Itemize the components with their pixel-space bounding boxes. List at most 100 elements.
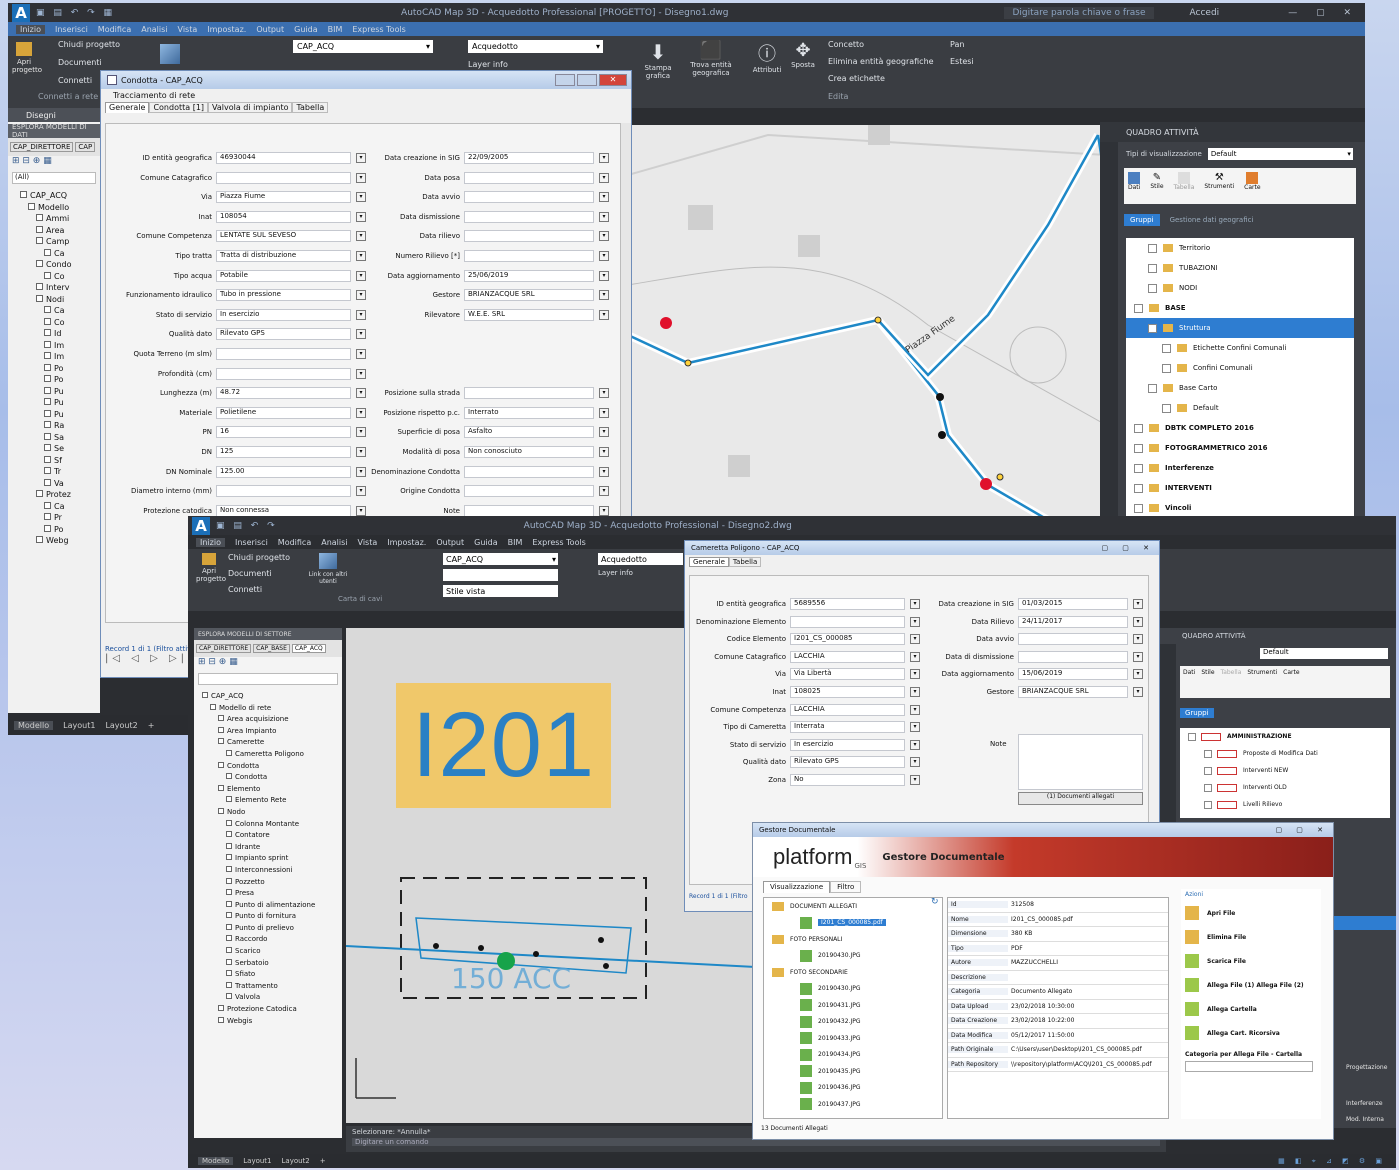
bottom-table-button[interactable]: Tabella	[1221, 669, 1242, 695]
tab-analisi[interactable]: Analisi	[321, 538, 347, 547]
dropdown-arrow-icon[interactable]: ▾	[599, 251, 609, 261]
layer-checkbox[interactable]	[1148, 243, 1157, 253]
field-value[interactable]: Tubo in pressione	[216, 289, 351, 302]
property-value[interactable]: \\repository\platform\ACQ\I201_CS_000085…	[1008, 1061, 1168, 1068]
delete-geo-button[interactable]: Elimina entità geografiche	[828, 57, 934, 66]
tab-inserisci[interactable]: Inserisci	[55, 25, 88, 34]
valve-marker[interactable]	[660, 317, 672, 329]
bottom-maps-button[interactable]: Carte	[1283, 669, 1299, 695]
field-value[interactable]: I201_CS_000085	[790, 633, 905, 646]
field-value[interactable]: LACCHIA	[790, 703, 905, 716]
field-value[interactable]	[464, 210, 594, 223]
status-tab-layout2[interactable]: Layout2	[105, 721, 137, 730]
field-value[interactable]: Piazza Fiume	[216, 191, 351, 204]
layer-checkbox[interactable]	[1204, 800, 1212, 809]
field-value[interactable]: Interrata	[790, 721, 905, 734]
docs-tree-item[interactable]: 20190433.JPG	[764, 1030, 942, 1047]
documents-button[interactable]: Documenti	[58, 58, 102, 67]
tab-analisi[interactable]: Analisi	[141, 25, 167, 34]
field-value[interactable]: 125	[216, 446, 351, 458]
docs-tree-item[interactable]: 20190436.JPG	[764, 1080, 942, 1097]
add-layout-icon[interactable]: +	[320, 1157, 326, 1165]
tree-item[interactable]: Ca	[20, 305, 100, 317]
top-map-canvas[interactable]: Piazza Fiume	[628, 125, 1106, 520]
window-controls-icon[interactable]: — ▢ ✕	[1288, 8, 1359, 18]
field-value[interactable]: LACCHIA	[790, 650, 905, 663]
bottom-selected-row[interactable]	[1330, 916, 1396, 930]
layer-checkbox[interactable]	[1148, 283, 1157, 293]
open-project-button[interactable]: Apri progetto	[12, 42, 42, 78]
field-value[interactable]: Potabile	[216, 269, 351, 282]
field-value[interactable]	[464, 485, 594, 498]
cameretta-tab-table[interactable]: Tabella	[728, 557, 762, 567]
action-button[interactable]: Apri File	[1185, 901, 1317, 925]
status-tray-icons[interactable]: ▦ ◧ ⌖ ⊿ ◩ ⚙ ▣	[1278, 1157, 1386, 1166]
layer-checkbox[interactable]	[1204, 766, 1212, 775]
field-value[interactable]: 16	[216, 426, 351, 439]
tree-item[interactable]: Elemento	[202, 784, 342, 796]
tree-item[interactable]: Scarico	[202, 946, 342, 958]
refresh-icon[interactable]: ↻	[931, 897, 939, 907]
bottom-style-button[interactable]: Stile	[1201, 669, 1214, 695]
tree-item[interactable]: Pu	[20, 409, 100, 421]
dropdown-arrow-icon[interactable]: ▾	[599, 153, 609, 163]
dropdown-arrow-icon[interactable]: ▾	[599, 407, 609, 418]
layer-row[interactable]: Interferenze	[1126, 458, 1354, 478]
field-value[interactable]	[216, 348, 351, 360]
tree-item[interactable]: Co	[20, 271, 100, 283]
tree-item[interactable]: Cameretta Poligono	[202, 749, 342, 761]
field-value[interactable]: 25/06/2019	[464, 269, 594, 282]
layer-checkbox[interactable]	[1134, 483, 1143, 493]
cameretta-window-controls-icon[interactable]: ▢ ▢ ✕	[1101, 544, 1155, 552]
docs-tree-item[interactable]: FOTO PERSONALI	[764, 931, 942, 948]
field-value[interactable]	[464, 171, 594, 184]
autocad-logo-icon[interactable]: A	[192, 516, 210, 535]
tree-item[interactable]: Va	[20, 478, 100, 490]
attributes-button[interactable]: ⓘ Attributi	[750, 40, 784, 74]
bottom-view-select[interactable]	[443, 569, 558, 581]
tab-vista[interactable]: Vista	[178, 25, 198, 34]
tab-vista[interactable]: Vista	[358, 538, 378, 547]
maps-tool-button[interactable]: Carte	[1244, 172, 1261, 200]
layer-row[interactable]: Etichette Confini Comunali	[1126, 338, 1354, 358]
field-value[interactable]: Non connessa	[216, 504, 351, 517]
tree-item[interactable]: Webg	[20, 535, 100, 547]
tree-item[interactable]: CAP_ACQ	[20, 190, 100, 202]
field-value[interactable]: 48.72	[216, 387, 351, 400]
tree-item[interactable]: Interv	[20, 282, 100, 294]
property-value[interactable]: 05/12/2017 11:50:00	[1008, 1032, 1168, 1039]
docs-tree-item[interactable]: FOTO SECONDARIE	[764, 964, 942, 981]
quick-access-icons[interactable]: ▣ ▤ ↶ ↷	[216, 521, 278, 531]
tree-item[interactable]: Id	[20, 328, 100, 340]
tree-item[interactable]: Interconnessioni	[202, 865, 342, 877]
tree-item[interactable]: Se	[20, 443, 100, 455]
dropdown-arrow-icon[interactable]: ▾	[599, 309, 609, 320]
docs-tree-item[interactable]: 20190432.JPG	[764, 1014, 942, 1031]
property-value[interactable]: 312508	[1008, 901, 1168, 908]
tree-item[interactable]: Condotta	[202, 761, 342, 773]
autocad-logo-icon[interactable]: A	[12, 3, 30, 22]
tree-item[interactable]: Presa	[202, 888, 342, 900]
layer-row[interactable]: Proposte di Modifica Dati	[1180, 745, 1390, 762]
tree-item[interactable]: Sa	[20, 432, 100, 444]
field-value[interactable]	[1018, 650, 1128, 663]
tab-bim[interactable]: BIM	[328, 25, 343, 34]
dropdown-arrow-icon[interactable]: ▾	[599, 427, 609, 438]
layer-row[interactable]: Base Carto	[1126, 378, 1354, 398]
layer-row[interactable]: Default	[1126, 398, 1354, 418]
dropdown-arrow-icon[interactable]: ▾	[599, 290, 609, 301]
dropdown-arrow-icon[interactable]: ▾	[1133, 651, 1143, 662]
bottom-explorer-filter[interactable]	[198, 673, 338, 685]
docs-tab-view[interactable]: Visualizzazione	[763, 881, 831, 893]
docs-tab-filter[interactable]: Filtro	[830, 881, 862, 893]
field-value[interactable]	[790, 615, 905, 628]
field-value[interactable]: BRIANZACQUE SRL	[464, 289, 594, 302]
field-value[interactable]: 5689556	[790, 598, 905, 610]
bottom-link-users-button[interactable]: Link con altri utenti	[306, 553, 350, 585]
property-value[interactable]: 23/02/2018 10:30:00	[1008, 1003, 1168, 1010]
bottom-style-select[interactable]: Stile vista	[443, 585, 558, 597]
dropdown-arrow-icon[interactable]: ▾	[599, 388, 609, 399]
bottom-documents[interactable]: Documenti	[228, 569, 272, 578]
tree-item[interactable]: Ra	[20, 420, 100, 432]
tree-item[interactable]: Area Impianto	[202, 726, 342, 738]
